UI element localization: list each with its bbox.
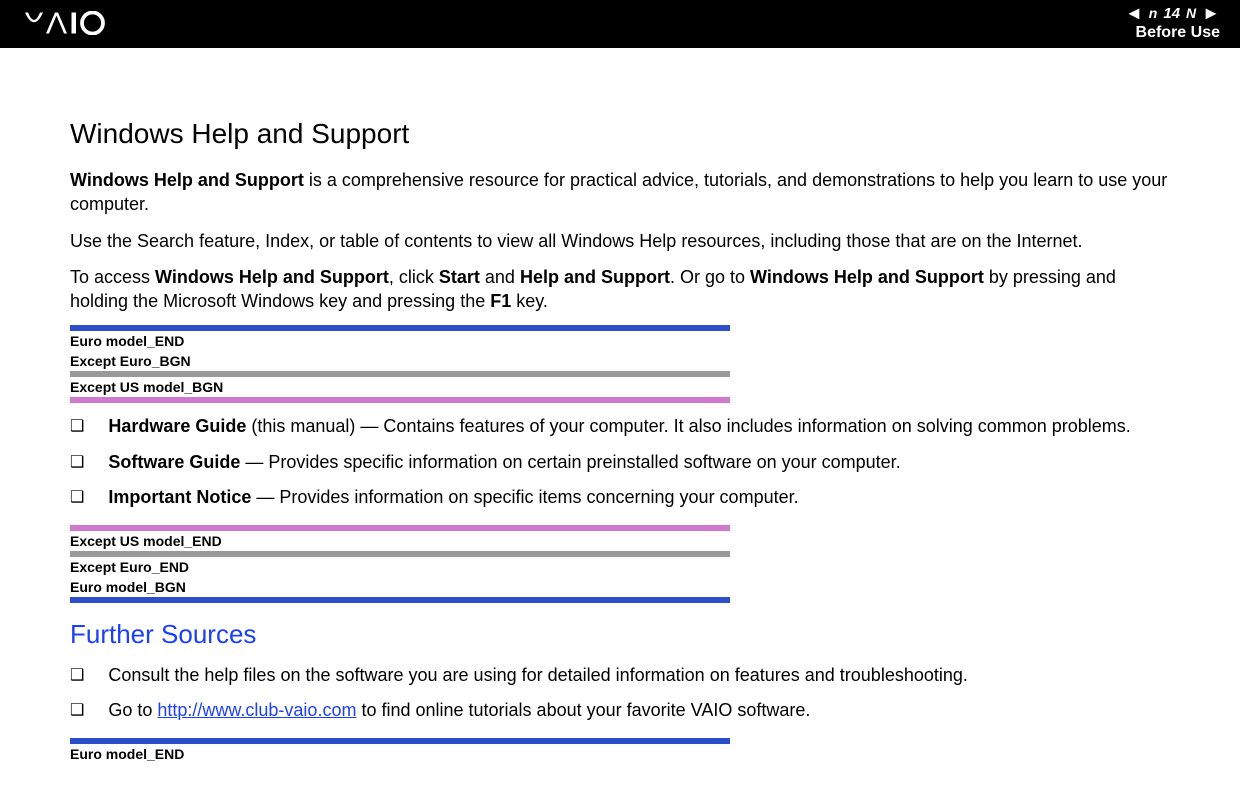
bullet-icon: ❑ [70, 449, 84, 476]
text-bold: Windows Help and Support [155, 267, 389, 287]
subsection-heading: Further Sources [70, 619, 1170, 650]
bullet-list: ❑ Hardware Guide (this manual) — Contain… [70, 413, 1170, 511]
bullet-icon: ❑ [70, 662, 84, 689]
marker-block: Except US model_END Except Euro_END Euro… [70, 525, 730, 603]
bullet-icon: ❑ [70, 484, 84, 511]
marker-block: Euro model_END Except Euro_BGN Except US… [70, 325, 730, 403]
text-bold: F1 [490, 291, 511, 311]
text-bold: Start [439, 267, 480, 287]
nav-prev-icon[interactable]: ◄ [1125, 4, 1143, 22]
marker-label: Euro model_END [70, 331, 730, 351]
paragraph: Use the Search feature, Index, or table … [70, 229, 1170, 253]
list-item-text: Go to http://www.club-vaio.com to find o… [98, 697, 1170, 724]
paragraph: To access Windows Help and Support, clic… [70, 265, 1170, 314]
text: To access [70, 267, 155, 287]
text: . Or go to [670, 267, 750, 287]
marker-label: Except US model_END [70, 531, 730, 551]
text-bold: Hardware Guide [108, 416, 246, 436]
list-item: ❑ Consult the help files on the software… [70, 662, 1170, 689]
page-number: 14 [1163, 6, 1180, 21]
marker-label: Euro model_BGN [70, 577, 730, 597]
list-item-text: Consult the help files on the software y… [98, 662, 1170, 689]
text: key. [511, 291, 548, 311]
header-bar: ◄ n 14 N ► Before Use [0, 0, 1240, 48]
list-item-text: Hardware Guide (this manual) — Contains … [98, 413, 1170, 440]
marker-block: Euro model_END [70, 738, 730, 764]
text: , click [389, 267, 439, 287]
text-bold: Windows Help and Support [750, 267, 984, 287]
text: Go to [108, 700, 157, 720]
marker-label: Except Euro_BGN [70, 351, 730, 371]
marker-label: Except US model_BGN [70, 377, 730, 397]
section-heading: Windows Help and Support [70, 118, 1170, 150]
list-item-text: Important Notice — Provides information … [98, 484, 1170, 511]
text-bold: Help and Support [520, 267, 670, 287]
text: to find online tutorials about your favo… [356, 700, 810, 720]
link-club-vaio[interactable]: http://www.club-vaio.com [157, 700, 356, 720]
divider-magenta [70, 397, 730, 403]
vaio-logo [20, 11, 180, 35]
text-bold: Important Notice [108, 487, 251, 507]
text: (this manual) — Contains features of you… [246, 416, 1130, 436]
list-item: ❑ Hardware Guide (this manual) — Contain… [70, 413, 1170, 440]
text-bold: Software Guide [108, 452, 240, 472]
text: — Provides specific information on certa… [240, 452, 900, 472]
list-item: ❑ Go to http://www.club-vaio.com to find… [70, 697, 1170, 724]
nav-next-icon[interactable]: ► [1202, 4, 1220, 22]
bullet-icon: ❑ [70, 413, 84, 440]
paragraph: Windows Help and Support is a comprehens… [70, 168, 1170, 217]
header-right: ◄ n 14 N ► Before Use [1125, 4, 1220, 42]
text-bold: Windows Help and Support [70, 170, 304, 190]
list-item-text: Software Guide — Provides specific infor… [98, 449, 1170, 476]
breadcrumb: Before Use [1136, 24, 1220, 42]
bullet-list: ❑ Consult the help files on the software… [70, 662, 1170, 724]
divider-blue [70, 597, 730, 603]
text: — Provides information on specific items… [251, 487, 798, 507]
nav-letter-left: n [1149, 6, 1158, 20]
bullet-icon: ❑ [70, 697, 84, 724]
marker-label: Euro model_END [70, 744, 730, 764]
marker-label: Except Euro_END [70, 557, 730, 577]
nav-letter-right: N [1186, 6, 1196, 20]
text: and [480, 267, 520, 287]
list-item: ❑ Important Notice — Provides informatio… [70, 484, 1170, 511]
page-content: Windows Help and Support Windows Help an… [0, 48, 1240, 794]
page-nav: ◄ n 14 N ► [1125, 4, 1220, 22]
list-item: ❑ Software Guide — Provides specific inf… [70, 449, 1170, 476]
